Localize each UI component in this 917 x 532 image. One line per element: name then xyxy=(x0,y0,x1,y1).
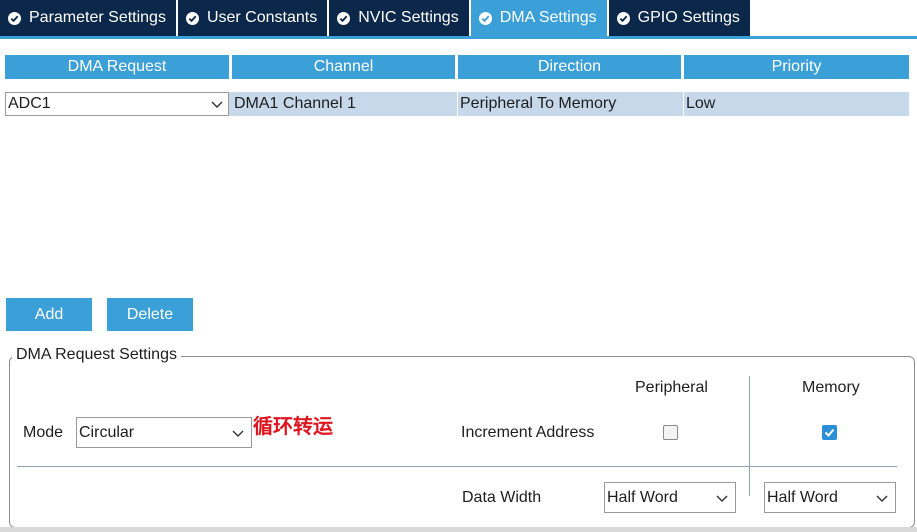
check-circle-icon xyxy=(337,11,351,25)
column-header-direction[interactable]: Direction xyxy=(458,55,684,79)
peripheral-increment-checkbox[interactable] xyxy=(663,425,678,440)
bottom-strip xyxy=(0,527,917,532)
annotation-text: 循环转运 xyxy=(253,416,333,438)
memory-data-width-value: Half Word xyxy=(767,488,838,506)
priority-cell: Low xyxy=(686,95,716,112)
memory-data-width-select[interactable]: Half Word xyxy=(764,482,896,513)
chevron-down-icon xyxy=(715,493,729,503)
tab-parameter-settings[interactable]: Parameter Settings xyxy=(0,0,178,36)
tab-nvic-settings[interactable]: NVIC Settings xyxy=(329,0,471,36)
chevron-down-icon xyxy=(210,99,224,109)
tab-label: DMA Settings xyxy=(499,9,597,26)
mode-value: Circular xyxy=(79,423,135,441)
dma-request-value: ADC1 xyxy=(8,95,51,112)
check-circle-icon xyxy=(8,11,21,25)
tab-underline xyxy=(0,36,917,39)
tab-label: Parameter Settings xyxy=(29,9,166,26)
table-row[interactable]: ADC1 DMA1 Channel 1 Peripheral To Memory… xyxy=(5,92,909,116)
column-header-dma-request[interactable]: DMA Request xyxy=(5,55,232,79)
mode-select[interactable]: Circular xyxy=(76,417,252,448)
data-width-label: Data Width xyxy=(462,489,542,506)
column-header-channel[interactable]: Channel xyxy=(232,55,458,79)
mode-label: Mode xyxy=(23,424,64,441)
group-legend: DMA Request Settings xyxy=(12,346,181,364)
tab-user-constants[interactable]: User Constants xyxy=(177,0,330,36)
dma-settings-page: Parameter Settings User Constants NVIC S… xyxy=(0,0,917,532)
peripheral-data-width-value: Half Word xyxy=(607,488,678,506)
dma-request-select[interactable]: ADC1 xyxy=(5,92,229,116)
memory-header: Memory xyxy=(802,379,860,396)
tab-bar: Parameter Settings User Constants NVIC S… xyxy=(0,0,752,36)
add-button[interactable]: Add xyxy=(6,298,92,331)
peripheral-data-width-select[interactable]: Half Word xyxy=(604,482,736,513)
tab-label: NVIC Settings xyxy=(358,9,459,26)
delete-button[interactable]: Delete xyxy=(107,298,193,331)
check-circle-icon xyxy=(185,11,199,25)
column-divider xyxy=(749,376,750,496)
tab-label: GPIO Settings xyxy=(637,9,740,26)
column-header-priority[interactable]: Priority xyxy=(684,55,909,79)
chevron-down-icon xyxy=(231,428,245,438)
row-divider xyxy=(17,466,897,467)
checkmark-icon xyxy=(824,428,835,437)
dma-table-header: DMA Request Channel Direction Priority xyxy=(5,55,909,79)
direction-cell: Peripheral To Memory xyxy=(458,92,684,116)
tab-label: User Constants xyxy=(206,9,318,26)
chevron-down-icon xyxy=(875,493,889,503)
peripheral-header: Peripheral xyxy=(635,379,708,396)
check-circle-icon xyxy=(616,11,630,25)
tab-gpio-settings[interactable]: GPIO Settings xyxy=(608,0,752,36)
tab-dma-settings[interactable]: DMA Settings xyxy=(470,0,609,36)
channel-cell: DMA1 Channel 1 xyxy=(232,92,458,116)
increment-address-label: Increment Address xyxy=(461,424,595,441)
memory-increment-checkbox[interactable] xyxy=(822,425,837,440)
check-circle-icon xyxy=(478,11,492,25)
